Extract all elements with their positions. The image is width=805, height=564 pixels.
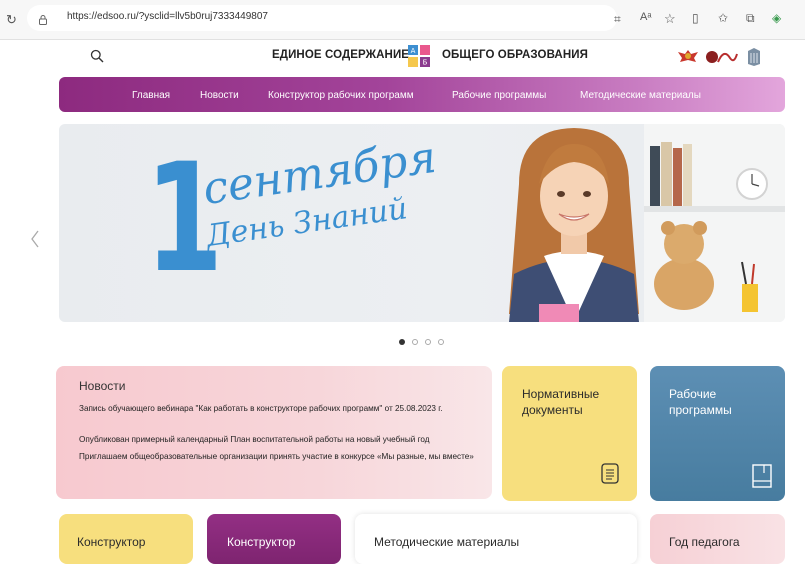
svg-text:А: А <box>411 47 416 55</box>
constructor-card-title: Конструктор <box>227 535 296 549</box>
news-item[interactable]: Опубликован примерный календарный План в… <box>79 435 492 446</box>
nav-item-program-constructor[interactable]: Конструктор рабочих программ <box>268 90 414 101</box>
read-aloud-icon[interactable]: Aᵃ <box>640 12 651 23</box>
constructor-card-yellow[interactable]: Конструктор <box>59 514 193 564</box>
split-screen-icon[interactable]: ▯ <box>692 12 699 24</box>
site-logo[interactable]: А Б <box>408 45 430 67</box>
collections-icon[interactable]: ⧉ <box>746 12 755 24</box>
nav-item-home[interactable]: Главная <box>132 90 170 101</box>
news-item[interactable]: Запись обучающего вебинара "Как работать… <box>79 404 479 415</box>
carousel-dot-3[interactable] <box>425 339 431 345</box>
nav-item-work-programs[interactable]: Рабочие программы <box>452 90 546 101</box>
lock-icon <box>39 12 47 25</box>
carousel-dot-1[interactable] <box>399 339 405 345</box>
work-programs-card[interactable]: Рабочие программы <box>650 366 785 501</box>
refresh-icon[interactable]: ↻ <box>6 13 17 26</box>
app-grid-icon[interactable]: ⌗ <box>614 13 621 25</box>
site-title-left: ЕДИНОЕ СОДЕРЖАНИЕ <box>272 49 410 61</box>
address-bar[interactable]: https://edsoo.ru/?ysclid=llv5b0ruj733344… <box>27 5 617 31</box>
notebook-icon <box>751 463 773 489</box>
news-item[interactable]: Приглашаем общеобразовательные организац… <box>79 452 489 463</box>
main-navigation: Главная Новости Конструктор рабочих прог… <box>59 77 785 112</box>
teacher-year-card[interactable]: Год педагога <box>650 514 785 564</box>
search-icon[interactable] <box>90 49 104 63</box>
shelf-decor <box>644 142 785 312</box>
hero-banner[interactable]: 1 сентября День Знаний <box>59 124 785 322</box>
constructor-card-purple[interactable]: Конструктор <box>207 514 341 564</box>
methodical-materials-card[interactable]: Методические материалы <box>355 514 637 564</box>
normative-documents-card[interactable]: Нормативные документы <box>502 366 637 501</box>
favorite-star-icon[interactable]: ☆ <box>664 12 676 25</box>
constructor-card-title: Конструктор <box>77 535 146 549</box>
nav-item-methodical-materials[interactable]: Методические материалы <box>580 90 701 101</box>
nav-item-news[interactable]: Новости <box>200 90 239 101</box>
institute-icon[interactable] <box>747 47 761 67</box>
carousel-dot-4[interactable] <box>438 339 444 345</box>
site-title-right: ОБЩЕГО ОБРАЗОВАНИЯ <box>442 49 588 61</box>
url-text: https://edsoo.ru/?ysclid=llv5b0ruj733344… <box>67 11 268 22</box>
year-2023-icon[interactable] <box>704 48 738 66</box>
document-icon <box>600 461 622 485</box>
news-card[interactable]: Новости Запись обучающего вебинара "Как … <box>56 366 492 499</box>
teacher-year-title: Год педагога <box>669 535 740 549</box>
work-programs-title: Рабочие программы <box>669 387 732 417</box>
extension-icon[interactable]: ◈ <box>772 12 781 24</box>
news-card-title: Новости <box>79 379 126 393</box>
normative-documents-title: Нормативные документы <box>522 387 600 417</box>
girl-photo <box>509 128 639 322</box>
carousel-prev-icon[interactable] <box>30 230 40 248</box>
favorites-list-icon[interactable]: ✩ <box>718 12 728 24</box>
browser-toolbar: ↻ https://edsoo.ru/?ysclid=llv5b0ruj7333… <box>0 0 805 40</box>
svg-text:Б: Б <box>423 59 428 67</box>
emblem-icon[interactable] <box>676 48 700 66</box>
carousel-dot-2[interactable] <box>412 339 418 345</box>
methodical-materials-title: Методические материалы <box>374 535 520 549</box>
